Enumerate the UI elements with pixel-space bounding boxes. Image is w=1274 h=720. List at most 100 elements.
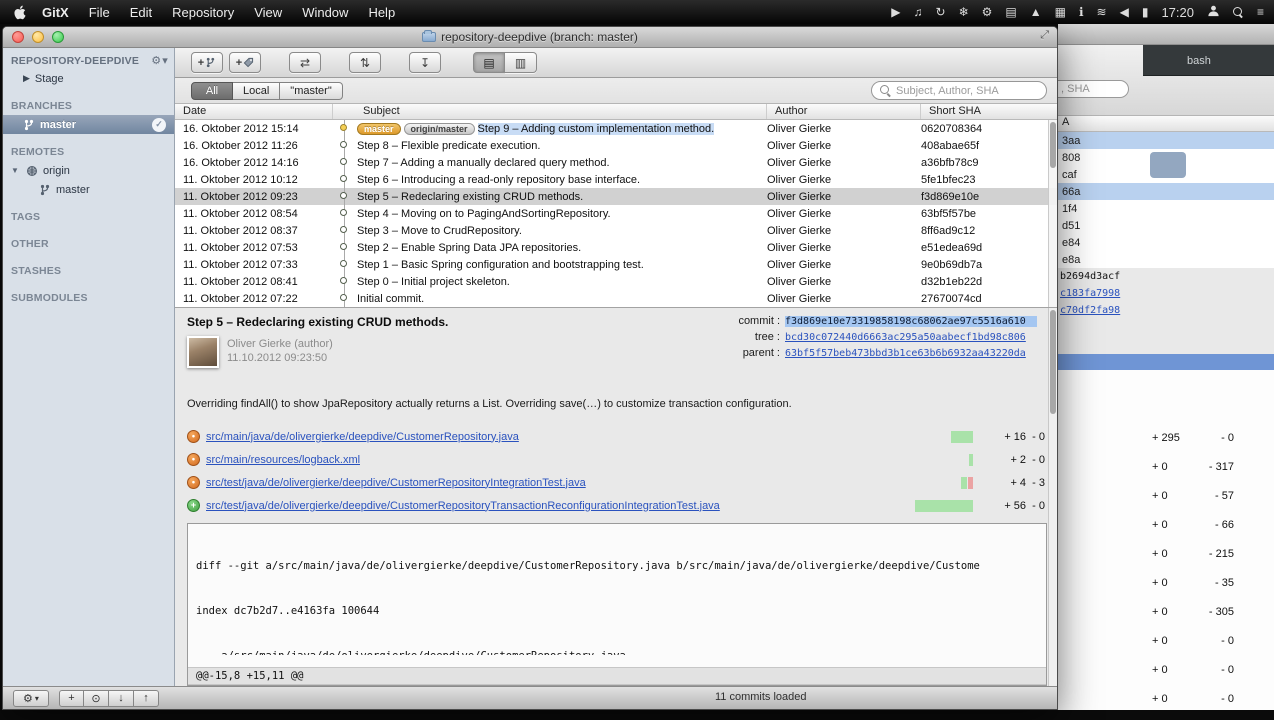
menu-help[interactable]: Help	[368, 5, 395, 20]
battery-icon[interactable]: ▮	[1142, 0, 1149, 24]
add-file-button[interactable]: +	[59, 689, 84, 707]
background-search-field[interactable]: , SHA	[1058, 80, 1129, 98]
commit-circle-button[interactable]: ⊙	[84, 689, 109, 707]
repo-settings-button[interactable]: ⚙ ▾	[151, 54, 168, 67]
stage-view-button[interactable]: ▥	[505, 52, 537, 73]
repo-name[interactable]: REPOSITORY-DEEPDIVE	[11, 55, 139, 67]
sidebar-item-remote-branch-master[interactable]: master	[3, 180, 174, 199]
user-icon[interactable]	[1207, 4, 1220, 20]
commit-row[interactable]: 11. Oktober 2012 08:54 Step 4 – Moving o…	[175, 205, 1057, 222]
rebase-button[interactable]: ⇅	[349, 52, 381, 73]
notification-list-icon[interactable]: ≡	[1257, 0, 1264, 24]
airport-icon[interactable]: ❄	[959, 0, 969, 24]
info-icon[interactable]: ℹ	[1079, 0, 1084, 24]
commit-row-selected[interactable]: 11. Oktober 2012 09:23 Step 5 – Redeclar…	[175, 188, 1057, 205]
scrollbar-thumb[interactable]	[1050, 122, 1056, 168]
menu-file[interactable]: File	[89, 5, 110, 20]
background-gitx-window[interactable]: , SHA bash A 3aa 808 caf 66a 1f4 d51 e84…	[1058, 24, 1274, 710]
add-tag-button[interactable]: +	[229, 52, 261, 73]
commit-date: 11. Oktober 2012 08:37	[183, 224, 298, 237]
background-commit-row[interactable]: 3aa	[1058, 132, 1274, 149]
search-field[interactable]	[871, 81, 1047, 100]
background-commit-row[interactable]: 66a	[1058, 183, 1274, 200]
graph-node-icon	[340, 175, 347, 182]
stash-button[interactable]: ↧	[409, 52, 441, 73]
column-header-date[interactable]: Date	[175, 104, 333, 119]
file-path-link[interactable]: src/test/java/de/olivergierke/deepdive/C…	[206, 477, 586, 489]
gear-icon[interactable]: ⚙	[982, 0, 993, 24]
filter-branch-button[interactable]: "master"	[280, 81, 343, 100]
scrollbar-thumb[interactable]	[1050, 310, 1056, 414]
filter-all-button[interactable]: All	[191, 81, 233, 100]
commit-list-scrollbar[interactable]	[1048, 120, 1057, 307]
close-button[interactable]	[12, 31, 24, 43]
search-input[interactable]	[896, 84, 1038, 97]
column-header-subject[interactable]: Subject	[333, 104, 767, 119]
history-view-button[interactable]: ▤	[473, 52, 505, 73]
spotlight-search-icon[interactable]	[1232, 6, 1244, 18]
pull-button[interactable]: ↓	[109, 689, 134, 707]
modified-status-icon: •	[187, 476, 200, 489]
menu-window[interactable]: Window	[302, 5, 348, 20]
parent-sha-link[interactable]: 63bf5f57beb473bbd3b1ce63b6b6932aa43220da	[785, 348, 1037, 359]
menu-edit[interactable]: Edit	[130, 5, 152, 20]
file-path-link[interactable]: src/main/java/de/olivergierke/deepdive/C…	[206, 431, 519, 443]
commit-row[interactable]: 11. Oktober 2012 07:22 Initial commit. O…	[175, 290, 1057, 307]
commit-row[interactable]: 11. Oktober 2012 08:37 Step 3 – Move to …	[175, 222, 1057, 239]
commit-row[interactable]: 11. Oktober 2012 07:33 Step 1 – Basic Sp…	[175, 256, 1057, 273]
commit-row[interactable]: 11. Oktober 2012 10:12 Step 6 – Introduc…	[175, 171, 1057, 188]
sidebar-item-stage[interactable]: ▶ Stage	[3, 69, 174, 88]
display-icon[interactable]: ▤	[1005, 0, 1016, 24]
background-commit-row[interactable]: d51	[1058, 217, 1274, 234]
menu-view[interactable]: View	[254, 5, 282, 20]
disclosure-triangle-icon[interactable]: ▼	[11, 166, 21, 175]
commit-row[interactable]: 11. Oktober 2012 07:53 Step 2 – Enable S…	[175, 239, 1057, 256]
commit-full-sha[interactable]: f3d869e10e73319858198c68062ae97c5516a610	[785, 315, 1037, 327]
background-commit-row[interactable]: e84	[1058, 234, 1274, 251]
minimize-button[interactable]	[32, 31, 44, 43]
column-header-author[interactable]: Author	[767, 104, 921, 119]
terminal-window-tab[interactable]: bash	[1143, 45, 1274, 76]
commit-row[interactable]: 16. Oktober 2012 14:16 Step 7 – Adding a…	[175, 154, 1057, 171]
commit-row[interactable]: 16. Oktober 2012 11:26 Step 8 – Flexible…	[175, 137, 1057, 154]
tree-sha-link[interactable]: bcd30c072440d6663ac295a50aabecf1bd98c806	[785, 332, 1037, 343]
merge-button[interactable]: ⇄	[289, 52, 321, 73]
changed-file-row[interactable]: • src/test/java/de/olivergierke/deepdive…	[187, 474, 1045, 491]
add-branch-button[interactable]: +	[191, 52, 223, 73]
commit-row[interactable]: 11. Oktober 2012 08:41 Step 0 – Initial …	[175, 273, 1057, 290]
file-path-link[interactable]: src/main/resources/logback.xml	[206, 454, 360, 466]
zoom-button[interactable]	[52, 31, 64, 43]
sidebar-item-remote-origin[interactable]: ▼ origin	[3, 161, 174, 180]
gear-menu-button[interactable]: ⚙ ▾	[13, 689, 49, 707]
apple-menu-icon[interactable]	[14, 5, 26, 20]
column-header-short-sha[interactable]: Short SHA	[921, 104, 1057, 119]
push-button[interactable]: ↑	[134, 689, 159, 707]
fullscreen-icon[interactable]: ⤢	[1040, 29, 1049, 42]
keyboard-icon[interactable]: ▦	[1055, 0, 1066, 24]
eject-icon[interactable]: ▲	[1030, 0, 1042, 24]
filter-local-button[interactable]: Local	[233, 81, 281, 100]
changed-file-row[interactable]: • src/main/java/de/olivergierke/deepdive…	[187, 428, 1045, 445]
background-tree-sha-link[interactable]: c183fa7998	[1058, 285, 1274, 302]
filter-bar: All Local "master"	[175, 78, 1057, 104]
sidebar-item-branch-master[interactable]: master ✓	[3, 115, 174, 134]
background-parent-sha-link[interactable]: c70df2fa98	[1058, 302, 1274, 319]
changed-file-row[interactable]: • src/main/resources/logback.xml + 2 - 0	[187, 451, 1045, 468]
wifi-icon[interactable]: ≋	[1097, 0, 1107, 24]
music-icon[interactable]: ♫	[914, 0, 923, 24]
titlebar[interactable]: repository-deepdive (branch: master) ⤢	[3, 27, 1057, 48]
sidebar-section-submodules: SUBMODULES	[11, 292, 88, 304]
background-commit-row[interactable]: 1f4	[1058, 200, 1274, 217]
detail-scrollbar[interactable]	[1048, 308, 1057, 686]
menubar-clock[interactable]: 17:20	[1161, 5, 1194, 20]
menu-repository[interactable]: Repository	[172, 5, 234, 20]
file-path-link[interactable]: src/test/java/de/olivergierke/deepdive/C…	[206, 500, 720, 512]
menu-gitx[interactable]: GitX	[42, 5, 69, 20]
sync-icon[interactable]: ↻	[936, 0, 946, 24]
graph-node-icon	[340, 294, 347, 301]
volume-icon[interactable]: ◀	[1120, 0, 1129, 24]
changed-file-row[interactable]: + src/test/java/de/olivergierke/deepdive…	[187, 497, 1045, 514]
play-icon[interactable]: ▶	[891, 0, 900, 24]
commit-row[interactable]: 16. Oktober 2012 15:14 master origin/mas…	[175, 120, 1057, 137]
background-commit-row[interactable]: e8a	[1058, 251, 1274, 268]
